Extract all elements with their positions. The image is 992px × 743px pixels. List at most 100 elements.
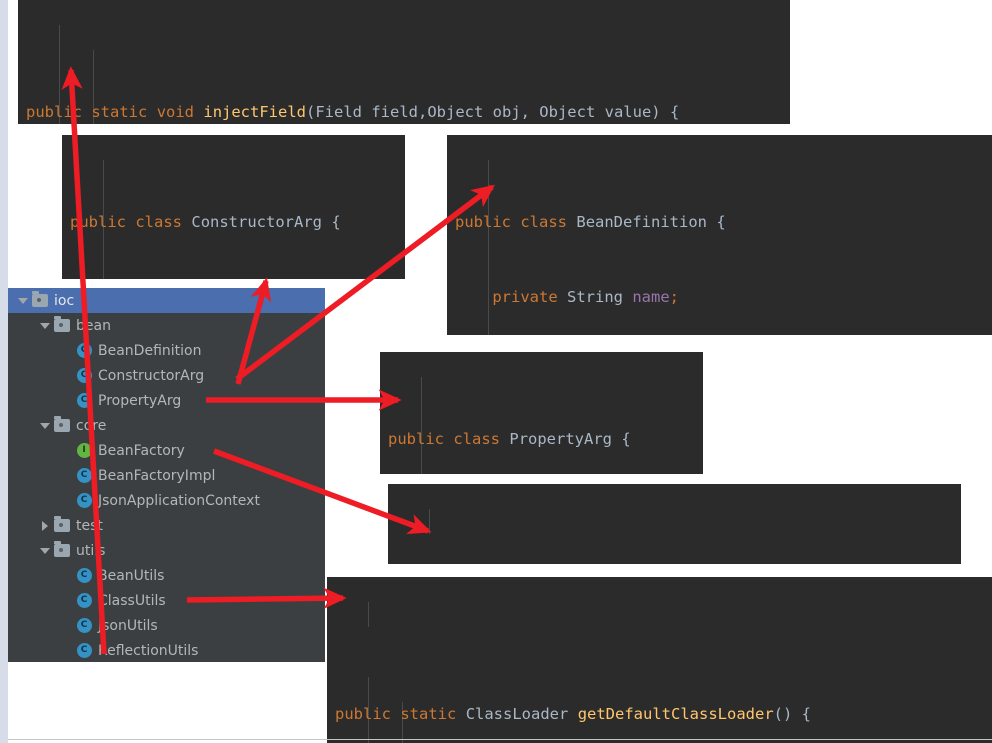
tree-item-reflectionutils[interactable]: C ReflectionUtils	[8, 638, 325, 662]
folder-icon	[52, 413, 72, 438]
folder-icon	[52, 513, 72, 538]
project-tree-panel[interactable]: ioc bean C BeanDefinition C ConstructorArg C Pr…	[8, 288, 325, 662]
keyword-public: public	[396, 562, 452, 564]
indent-guide	[421, 377, 422, 474]
tree-item-label: utils	[76, 542, 106, 559]
tree-item-ioc[interactable]: ioc	[8, 288, 325, 313]
chevron-down-icon[interactable]	[16, 288, 30, 313]
tree-item-beanfactoryimpl[interactable]: C BeanFactoryImpl	[8, 463, 325, 488]
code-line: public static void injectField(Field fie…	[18, 100, 790, 124]
tree-item-label: JsonUtils	[98, 617, 158, 634]
tree-item-classutils[interactable]: C ClassUtils	[8, 588, 325, 613]
tree-item-constructorarg[interactable]: C ConstructorArg	[8, 363, 325, 388]
type-name-propertyarg: PropertyArg	[509, 430, 613, 448]
screenshot-root: public static void injectField(Field fie…	[0, 0, 992, 743]
code-block-classutils[interactable]: public static ClassLoader getDefaultClas…	[327, 577, 992, 743]
class-icon: C	[74, 638, 94, 662]
chevron-right-icon[interactable]	[38, 513, 52, 538]
tree-item-jsonapplicationcontext[interactable]: C JsonApplicationContext	[8, 488, 325, 513]
tree-item-beanfactory[interactable]: I BeanFactory	[8, 438, 325, 463]
code-line: public class PropertyArg {	[380, 427, 703, 452]
tree-item-label: BeanFactory	[98, 442, 185, 459]
field-name: name	[632, 288, 670, 306]
brace: {	[621, 430, 631, 448]
keyword-class: class	[453, 430, 501, 448]
code-line: private String name;	[447, 285, 992, 310]
tree-item-label: BeanUtils	[98, 567, 165, 584]
tree-item-label: ClassUtils	[98, 592, 166, 609]
chevron-down-icon[interactable]	[38, 538, 52, 563]
keyword-void: void	[156, 103, 195, 121]
indent-guide	[429, 509, 430, 534]
tree-item-label: bean	[76, 317, 111, 334]
tree-item-jsonutils[interactable]: C JsonUtils	[8, 613, 325, 638]
chevron-down-icon[interactable]	[38, 413, 52, 438]
type-name-beandefinition: BeanDefinition	[576, 213, 708, 231]
folder-icon	[52, 313, 72, 338]
method-signature: (Field field,Object obj, Object value) {	[306, 103, 680, 121]
class-icon: C	[74, 388, 94, 413]
tree-item-label: BeanDefinition	[98, 342, 202, 359]
brace: {	[667, 562, 676, 564]
code-line: public interface BeanFactory {	[388, 559, 961, 564]
class-icon: C	[74, 338, 94, 363]
method-signature: () {	[773, 705, 811, 723]
method-name-injectfield: injectField	[203, 103, 307, 121]
tree-item-label: PropertyArg	[98, 392, 182, 409]
keyword-public: public	[388, 430, 444, 448]
code-block-beanfactory[interactable]: public interface BeanFactory { Object ge…	[388, 484, 961, 564]
keyword-public: public	[26, 103, 82, 121]
tree-item-core[interactable]: core	[8, 413, 325, 438]
return-type: ClassLoader	[465, 705, 569, 723]
tree-item-test[interactable]: test	[8, 513, 325, 538]
folder-icon	[30, 288, 50, 313]
tree-item-bean[interactable]: bean	[8, 313, 325, 338]
class-icon: C	[74, 463, 94, 488]
class-icon: C	[74, 363, 94, 388]
code-block-constructorarg[interactable]: public class ConstructorArg { private in…	[62, 135, 405, 279]
code-block-propertyarg[interactable]: public class PropertyArg { private Strin…	[380, 352, 703, 474]
window-left-edge-strip	[0, 0, 8, 743]
folder-icon	[52, 538, 72, 563]
code-line: public static ClassLoader getDefaultClas…	[327, 702, 992, 727]
code-line: public class ConstructorArg {	[62, 210, 405, 235]
tree-item-propertyarg[interactable]: C PropertyArg	[8, 388, 325, 413]
keyword-interface: interface	[461, 562, 545, 564]
class-icon: C	[74, 488, 94, 513]
indent-guide	[368, 602, 369, 627]
keyword-private: private	[492, 288, 558, 306]
class-icon: C	[74, 563, 94, 588]
class-icon: C	[74, 613, 94, 638]
tree-item-label: ConstructorArg	[98, 367, 205, 384]
field-type: String	[567, 288, 623, 306]
keyword-public: public	[70, 213, 126, 231]
code-block-beandefinition[interactable]: public class BeanDefinition { private St…	[447, 135, 992, 335]
method-name-getdefaultclassloader: getDefaultClassLoader	[577, 705, 774, 723]
type-name-constructorarg: ConstructorArg	[191, 213, 323, 231]
tree-item-beandefinition[interactable]: C BeanDefinition	[8, 338, 325, 363]
tree-item-utils[interactable]: utils	[8, 538, 325, 563]
tree-item-label: core	[76, 417, 107, 434]
tree-item-beanutils[interactable]: C BeanUtils	[8, 563, 325, 588]
keyword-public: public	[455, 213, 511, 231]
keyword-static: static	[91, 103, 148, 121]
interface-icon: I	[74, 438, 94, 463]
class-icon: C	[74, 588, 94, 613]
tree-item-label: ioc	[54, 292, 75, 309]
keyword-public: public	[335, 705, 391, 723]
tree-item-label: ReflectionUtils	[98, 642, 199, 659]
code-block-reflectionutils[interactable]: public static void injectField(Field fie…	[18, 0, 790, 124]
tree-item-label: test	[76, 517, 103, 534]
keyword-class: class	[135, 213, 183, 231]
chevron-down-icon[interactable]	[38, 313, 52, 338]
tree-item-label: BeanFactoryImpl	[98, 467, 216, 484]
